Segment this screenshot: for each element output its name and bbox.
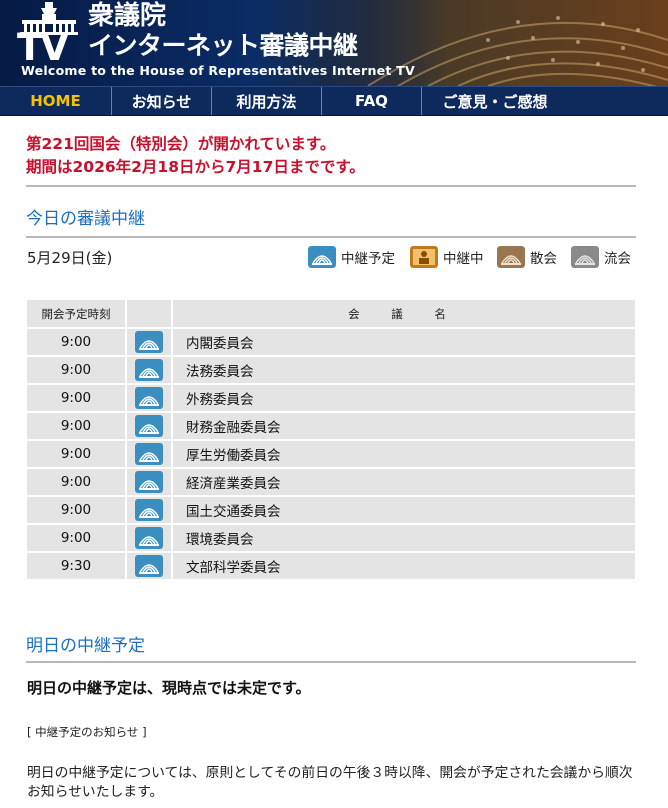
scheduled-broadcast-icon[interactable] [135,443,163,465]
table-row: 9:00 国土交通委員会 [27,496,635,525]
tomorrow-heading: 明日の中継予定 [26,636,145,656]
meeting-time: 9:30 [27,552,127,581]
scheduled-broadcast-icon[interactable] [135,471,163,493]
today-heading: 今日の審議中継 [26,209,145,229]
table-row: 9:30 文部科学委員会 [27,552,635,581]
meeting-name: 経済産業委員会 [172,468,635,497]
broadcast-notice-label: [ 中継予定のお知らせ ] [27,725,147,739]
schedule-table: 開会予定時刻 会 議 名 9:00 内閣委員会 9:00 法務委員会 9:00 外務委員会… [27,300,635,581]
meeting-name: 環境委員会 [172,524,635,553]
meeting-time: 9:00 [27,384,127,413]
legend-label: 中継中 [443,251,484,267]
meeting-time: 9:00 [27,440,127,469]
legend-label: 流会 [604,251,631,267]
table-row: 9:00 財務金融委員会 [27,412,635,441]
divider [26,661,636,663]
meeting-time: 9:00 [27,496,127,525]
table-row: 9:00 外務委員会 [27,384,635,413]
broadcast-notice-body: 明日の中継予定については、原則としてその前日の午後３時以降、開会が予定された会議… [27,765,633,800]
site-name: 衆議院 [88,1,167,31]
table-row: 9:00 法務委員会 [27,356,635,385]
meeting-name: 外務委員会 [172,384,635,413]
session-notice-line-2: 期間は2026年2月18日から7月17日までです。 [26,158,365,176]
status-cell [126,524,173,553]
column-header-name: 会 議 名 [172,300,635,329]
scheduled-broadcast-icon[interactable] [135,527,163,549]
divider [26,185,636,187]
column-header-time: 開会予定時刻 [27,300,127,329]
site-subtitle: インターネット審議中継 [88,31,358,60]
nav-feedback[interactable]: ご意見・ご感想 [422,87,568,115]
scheduled-broadcast-icon[interactable] [135,499,163,521]
nav-home[interactable]: HOME [0,87,112,115]
status-cell [126,356,173,385]
welcome-text: Welcome to the House of Representatives … [21,63,415,78]
live-broadcast-icon [410,246,438,268]
divider [26,236,636,238]
scheduled-broadcast-icon [308,246,336,268]
status-cell [126,468,173,497]
meeting-time: 9:00 [27,412,127,441]
scheduled-broadcast-icon[interactable] [135,331,163,353]
table-row: 9:00 厚生労働委員会 [27,440,635,469]
scheduled-broadcast-icon[interactable] [135,555,163,577]
legend-item-scheduled: 中継予定 [308,246,395,268]
meeting-name: 法務委員会 [172,356,635,385]
scheduled-broadcast-icon[interactable] [135,387,163,409]
tomorrow-status: 明日の中継予定は、現時点では未定です。 [27,679,311,697]
meeting-name: 国土交通委員会 [172,496,635,525]
status-cell [126,552,173,581]
cancelled-icon [571,246,599,268]
table-row: 9:00 内閣委員会 [27,328,635,357]
nav-faq[interactable]: FAQ [322,87,422,115]
table-row: 9:00 経済産業委員会 [27,468,635,497]
meeting-time: 9:00 [27,328,127,357]
meeting-name: 文部科学委員会 [172,552,635,581]
table-header-row: 開会予定時刻 会 議 名 [27,300,635,329]
scheduled-broadcast-icon[interactable] [135,359,163,381]
column-header-status [126,300,173,329]
meeting-time: 9:00 [27,356,127,385]
status-cell [126,496,173,525]
logo-tv: TV [17,26,69,69]
scheduled-broadcast-icon[interactable] [135,415,163,437]
status-cell [126,412,173,441]
today-date: 5月29日(金) [27,249,113,267]
legend-item-cancelled: 流会 [571,246,631,268]
adjourned-icon [497,246,525,268]
main-nav: HOME お知らせ 利用方法 FAQ ご意見・ご感想 [0,86,668,116]
status-cell [126,328,173,357]
nav-how-to-use[interactable]: 利用方法 [212,87,322,115]
legend-item-adjourned: 散会 [497,246,557,268]
header-banner: TV 衆議院 インターネット審議中継 Welcome to the House … [0,0,668,86]
legend-label: 散会 [530,251,557,267]
status-cell [126,384,173,413]
schedule-table-body: 9:00 内閣委員会 9:00 法務委員会 9:00 外務委員会 9:00 財務金融委員会 9:… [27,328,635,581]
table-row: 9:00 環境委員会 [27,524,635,553]
session-notice-line-1: 第221回国会（特別会）が開かれています。 [26,135,336,153]
legend-label: 中継予定 [341,251,395,267]
status-cell [126,440,173,469]
meeting-time: 9:00 [27,468,127,497]
meeting-name: 厚生労働委員会 [172,440,635,469]
legend-item-live: 中継中 [410,246,484,268]
meeting-name: 内閣委員会 [172,328,635,357]
session-notice: 第221回国会（特別会）が開かれています。 期間は2026年2月18日から7月1… [26,133,636,179]
meeting-time: 9:00 [27,524,127,553]
meeting-name: 財務金融委員会 [172,412,635,441]
nav-news[interactable]: お知らせ [112,87,212,115]
